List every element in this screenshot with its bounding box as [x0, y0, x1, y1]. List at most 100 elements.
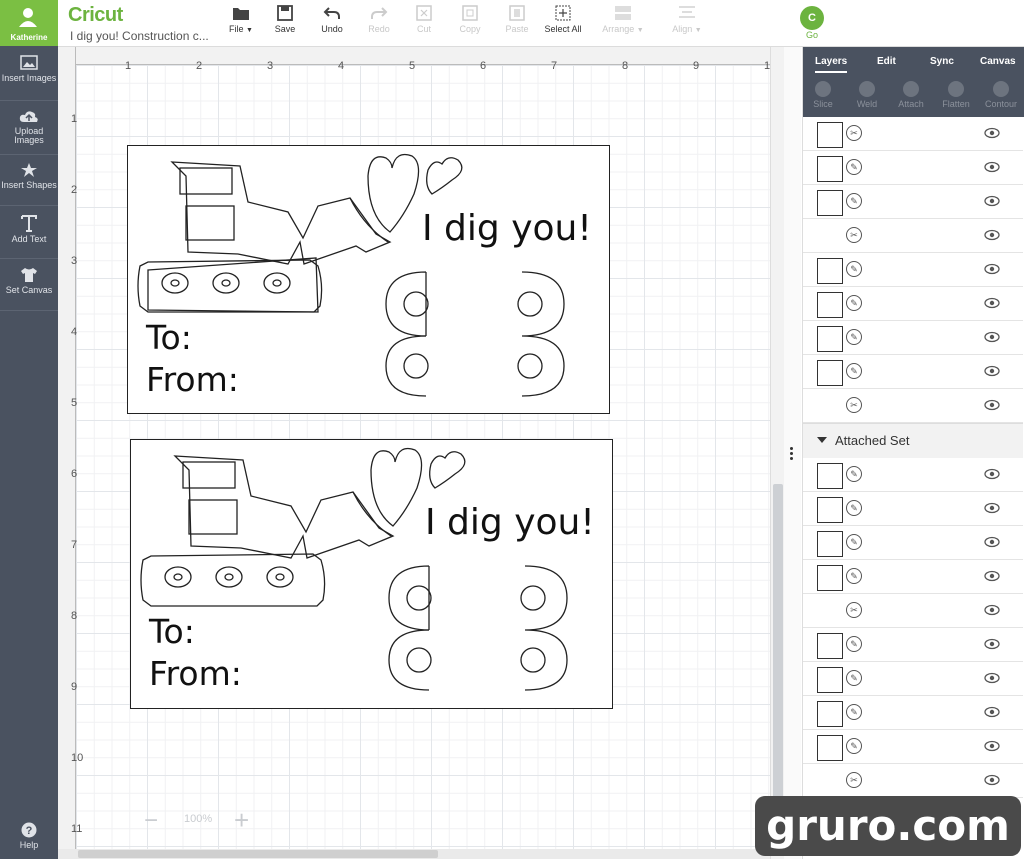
align-menu-button[interactable]: Align ▼: [662, 5, 712, 34]
pen-operation-icon[interactable]: ✎: [846, 261, 862, 277]
layer-row[interactable]: ✂: [803, 219, 1023, 253]
pen-operation-icon[interactable]: ✎: [846, 159, 862, 175]
layer-row[interactable]: ✂: [803, 389, 1023, 423]
layer-row[interactable]: ✎: [803, 458, 1023, 492]
visibility-eye-icon[interactable]: [984, 127, 1000, 139]
collapse-triangle-icon[interactable]: [817, 437, 827, 443]
visibility-eye-icon[interactable]: [984, 740, 1000, 752]
add-text-button[interactable]: Add Text: [0, 214, 58, 244]
horizontal-scroll-thumb[interactable]: [78, 850, 438, 858]
horizontal-scrollbar[interactable]: [58, 849, 770, 859]
select-all-button[interactable]: Select All: [538, 5, 588, 34]
visibility-eye-icon[interactable]: [984, 161, 1000, 173]
upload-images-button[interactable]: Upload Images: [0, 109, 58, 145]
layer-row[interactable]: ✎: [803, 526, 1023, 560]
panel-resize-handle-icon[interactable]: [790, 447, 794, 462]
visibility-eye-icon[interactable]: [984, 399, 1000, 411]
visibility-eye-icon[interactable]: [984, 706, 1000, 718]
flatten-button[interactable]: Flatten: [934, 81, 978, 109]
pen-operation-icon[interactable]: ✎: [846, 738, 862, 754]
copy-button[interactable]: Copy: [445, 5, 495, 34]
visibility-eye-icon[interactable]: [984, 195, 1000, 207]
arrange-menu-button[interactable]: Arrange ▼: [598, 5, 648, 34]
go-button[interactable]: C: [800, 6, 824, 30]
layer-row[interactable]: ✎: [803, 730, 1023, 764]
visibility-eye-icon[interactable]: [984, 502, 1000, 514]
cut-operation-icon[interactable]: ✂: [846, 125, 862, 141]
layer-row[interactable]: ✎: [803, 628, 1023, 662]
save-button[interactable]: Save: [260, 5, 310, 34]
vertical-scrollbar[interactable]: [770, 47, 785, 859]
layer-row[interactable]: ✎: [803, 696, 1023, 730]
pen-operation-icon[interactable]: ✎: [846, 500, 862, 516]
undo-button[interactable]: Undo: [307, 5, 357, 34]
pen-operation-icon[interactable]: ✎: [846, 295, 862, 311]
pen-operation-icon[interactable]: ✎: [846, 534, 862, 550]
layer-row[interactable]: ✎: [803, 492, 1023, 526]
visibility-eye-icon[interactable]: [984, 774, 1000, 786]
visibility-eye-icon[interactable]: [984, 331, 1000, 343]
visibility-eye-icon[interactable]: [984, 229, 1000, 241]
layer-row[interactable]: ✎: [803, 185, 1023, 219]
pen-operation-icon[interactable]: ✎: [846, 363, 862, 379]
contour-button[interactable]: Contour: [979, 81, 1023, 109]
layer-row[interactable]: ✂: [803, 594, 1023, 628]
weld-button[interactable]: Weld: [845, 81, 889, 109]
pen-operation-icon[interactable]: ✎: [846, 329, 862, 345]
valentine-card[interactable]: I dig you! To: From:: [127, 145, 610, 414]
visibility-eye-icon[interactable]: [984, 297, 1000, 309]
attach-button[interactable]: Attach: [889, 81, 933, 109]
layer-row[interactable]: ✎: [803, 355, 1023, 389]
insert-images-button[interactable]: Insert Images: [0, 55, 58, 83]
layer-group-header[interactable]: Attached Set: [803, 423, 1023, 459]
layer-row[interactable]: ✎: [803, 287, 1023, 321]
tab-canvas[interactable]: Canvas: [980, 56, 1016, 67]
layer-row[interactable]: ✎: [803, 151, 1023, 185]
pen-operation-icon[interactable]: ✎: [846, 670, 862, 686]
insert-shapes-button[interactable]: Insert Shapes: [0, 162, 58, 190]
visibility-eye-icon[interactable]: [984, 468, 1000, 480]
tab-sync[interactable]: Sync: [930, 56, 954, 67]
visibility-eye-icon[interactable]: [984, 365, 1000, 377]
visibility-eye-icon[interactable]: [984, 263, 1000, 275]
visibility-eye-icon[interactable]: [984, 672, 1000, 684]
set-canvas-button[interactable]: Set Canvas: [0, 267, 58, 295]
design-canvas[interactable]: 1 2 3 4 5 6 7 8 9 1 1 2 3 4 5 6 7 8 9 10…: [58, 47, 770, 859]
zoom-out-button[interactable]: −: [144, 807, 158, 835]
cut-operation-icon[interactable]: ✂: [846, 397, 862, 413]
slice-button[interactable]: Slice: [801, 81, 845, 109]
visibility-eye-icon[interactable]: [984, 638, 1000, 650]
cut-button[interactable]: Cut: [399, 5, 449, 34]
paste-button[interactable]: Paste: [492, 5, 542, 34]
layer-row[interactable]: ✂: [803, 117, 1023, 151]
pen-operation-icon[interactable]: ✎: [846, 466, 862, 482]
visibility-eye-icon[interactable]: [984, 536, 1000, 548]
zoom-in-button[interactable]: +: [234, 805, 249, 836]
pen-operation-icon[interactable]: ✎: [846, 704, 862, 720]
pen-operation-icon[interactable]: ✎: [846, 568, 862, 584]
undo-label: Undo: [321, 24, 343, 34]
cut-operation-icon[interactable]: ✂: [846, 602, 862, 618]
layer-row[interactable]: ✂: [803, 764, 1023, 798]
valentine-card[interactable]: I dig you! To: From:: [130, 439, 613, 709]
tab-layers[interactable]: Layers: [815, 56, 848, 73]
layer-row[interactable]: ✎: [803, 253, 1023, 287]
cut-operation-icon[interactable]: ✂: [846, 772, 862, 788]
pen-operation-icon[interactable]: ✎: [846, 193, 862, 209]
visibility-eye-icon[interactable]: [984, 570, 1000, 582]
layer-row[interactable]: ✎: [803, 321, 1023, 355]
profile-button[interactable]: Katherine: [0, 0, 58, 46]
svg-text:?: ?: [26, 825, 33, 837]
help-button[interactable]: ? Help: [0, 822, 58, 850]
pen-operation-icon[interactable]: ✎: [846, 636, 862, 652]
layer-row[interactable]: ✎: [803, 662, 1023, 696]
visibility-eye-icon[interactable]: [984, 604, 1000, 616]
cut-operation-icon[interactable]: ✂: [846, 227, 862, 243]
redo-button[interactable]: Redo: [354, 5, 404, 34]
file-menu-button[interactable]: File ▼: [216, 5, 266, 34]
align-icon: [679, 6, 695, 18]
attach-label: Attach: [898, 99, 924, 109]
tab-edit[interactable]: Edit: [877, 56, 896, 67]
layer-row[interactable]: ✎: [803, 560, 1023, 594]
cut-icon: [416, 5, 432, 21]
